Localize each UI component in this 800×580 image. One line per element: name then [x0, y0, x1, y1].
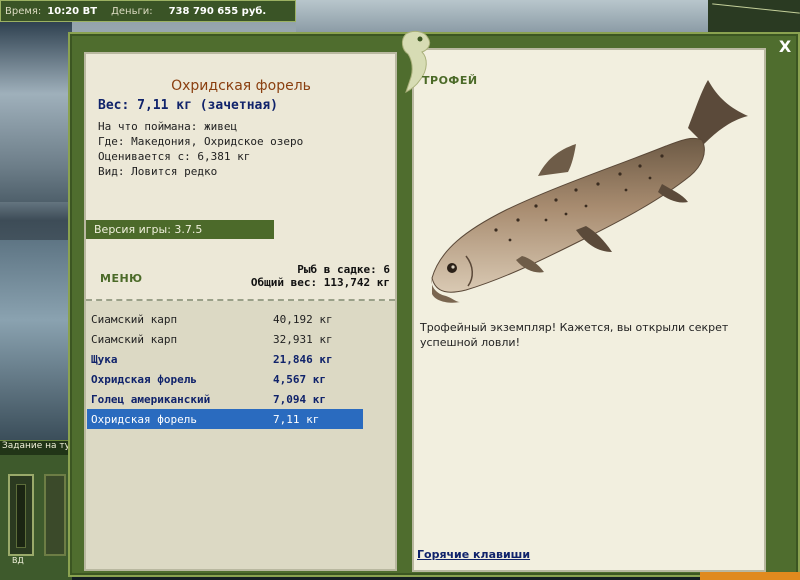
catch-weight: 7,11 кг: [273, 412, 320, 426]
money-value: 738 790 655 руб.: [168, 5, 267, 17]
close-button[interactable]: X: [776, 38, 794, 56]
fish-weight: Вес: 7,11 кг (зачетная): [98, 98, 279, 113]
catch-name: Охридская форель: [91, 372, 197, 386]
menu-button[interactable]: МЕНЮ: [100, 272, 143, 285]
divider: [86, 299, 395, 301]
catch-weight: 7,094 кг: [273, 392, 326, 406]
trout-image: [431, 80, 748, 303]
background-lake: [0, 240, 72, 440]
keepnet-total: Общий вес: 113,742 кг: [250, 276, 390, 289]
catch-row[interactable]: Щука 21,846 кг: [87, 349, 363, 369]
money-label: Деньги:: [111, 5, 153, 17]
keepnet-count: Рыб в садке: 6: [297, 263, 390, 276]
bait-info: На что поймана: живец: [98, 120, 238, 133]
catch-row[interactable]: Охридская форель 7,11 кг: [87, 409, 363, 429]
hotkeys-link[interactable]: Горячие клавиши: [417, 548, 530, 561]
catch-row[interactable]: Сиамский карп 32,931 кг: [87, 329, 363, 349]
status-bar: Время: 10:20 ВТ Деньги: 738 790 655 руб.: [0, 0, 296, 22]
catch-weight: 21,846 кг: [273, 352, 333, 366]
rarity-info: Вид: Ловится редко: [98, 165, 218, 178]
location-info: Где: Македония, Охридское озеро: [98, 135, 304, 148]
catch-name: Сиамский карп: [91, 312, 178, 326]
valuation-info: Оценивается с: 6,381 кг: [98, 150, 251, 163]
corner-badge: [700, 572, 800, 580]
catch-row[interactable]: Голец американский 7,094 кг: [87, 389, 363, 409]
background-sky: [0, 22, 72, 202]
catch-row[interactable]: Охридская форель 4,567 кг: [87, 369, 363, 389]
gauge-bar: [16, 484, 26, 548]
catch-row[interactable]: Сиамский карп 40,192 кг: [87, 309, 363, 329]
fish-title: Охридская форель: [171, 78, 311, 94]
catch-name: Охридская форель: [91, 412, 197, 426]
catch-weight: 4,567 кг: [273, 372, 326, 386]
task-label[interactable]: Задание на тур: [0, 441, 72, 455]
gauge: [8, 474, 34, 556]
time-label: Время:: [5, 5, 42, 17]
catch-weight: 32,931 кг: [273, 332, 333, 346]
catch-name: Голец американский: [91, 392, 211, 406]
gauge-secondary: [44, 474, 66, 556]
gauge-label: ВД: [12, 556, 24, 565]
version-label: Версия игры: 3.7.5: [86, 220, 274, 239]
catch-weight: 40,192 кг: [273, 312, 333, 326]
trophy-description: Трофейный экземпляр! Кажется, вы открыли…: [420, 321, 729, 349]
catch-name: Сиамский карп: [91, 332, 178, 346]
catch-name: Щука: [91, 352, 118, 366]
keepnet-summary: Рыб в садке: 6 Общий вес: 113,742 кг: [251, 263, 390, 289]
time-value: 10:20 ВТ: [47, 5, 98, 17]
